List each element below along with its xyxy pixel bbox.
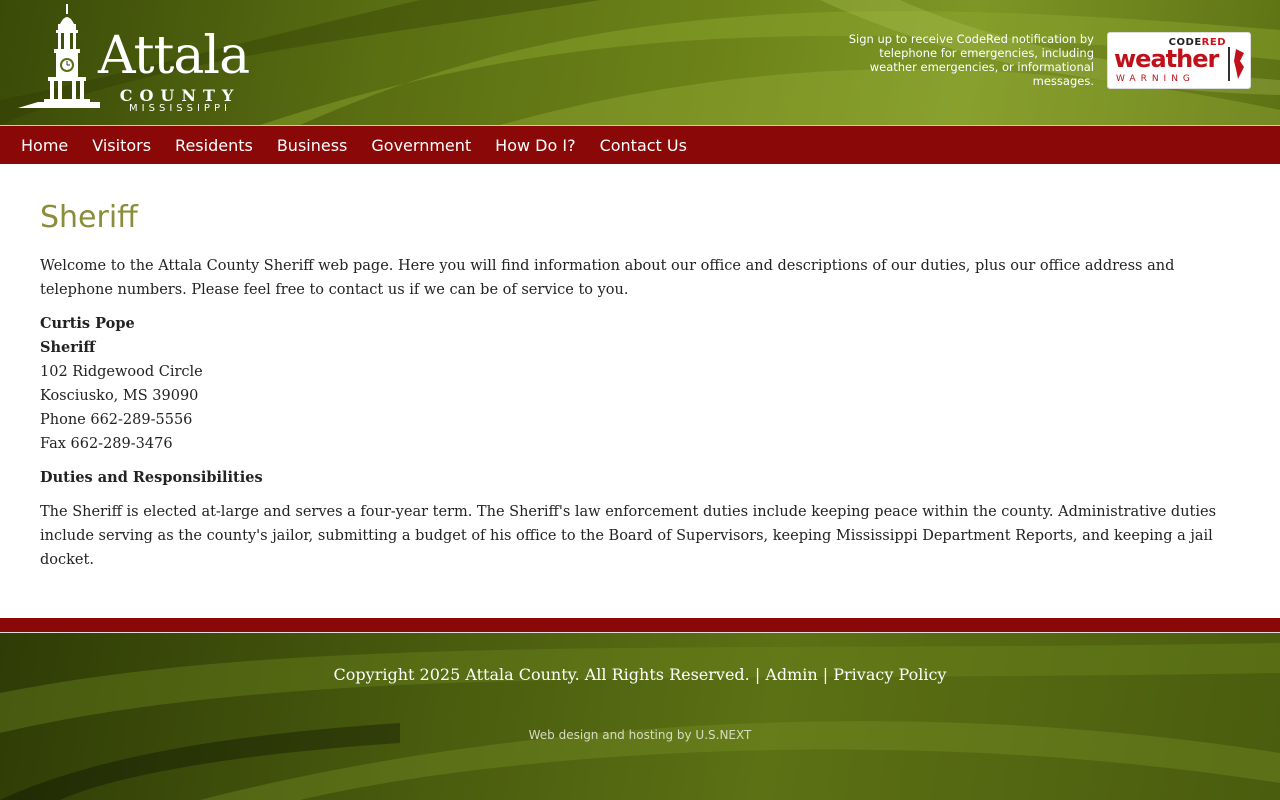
footer-separator: | (749, 665, 766, 684)
nav-item-visitors[interactable]: Visitors (80, 136, 163, 155)
courthouse-icon (18, 4, 100, 108)
nav-item-residents[interactable]: Residents (163, 136, 265, 155)
main-content: Sheriff Welcome to the Attala County She… (40, 196, 1240, 582)
admin-link[interactable]: Admin (765, 665, 817, 684)
phone-number: Phone 662-289-5556 (40, 412, 193, 428)
nav-item-government[interactable]: Government (359, 136, 483, 155)
fax-number: Fax 662-289-3476 (40, 436, 173, 452)
footer-divider-bar (0, 618, 1280, 632)
address-line-2: Kosciusko, MS 39090 (40, 388, 199, 404)
codered-warning-label: WARNING (1116, 74, 1195, 84)
sheriff-name: Curtis Pope (40, 315, 135, 332)
copyright-text: Copyright 2025 Attala County. All Rights… (333, 665, 750, 684)
logo-state: MISSISSIPPI (129, 103, 231, 114)
codered-signup-text[interactable]: Sign up to receive CodeRed notification … (834, 32, 1094, 88)
copyright-line: Copyright 2025 Attala County. All Rights… (0, 665, 1280, 684)
footer-background-swoosh (0, 643, 1280, 800)
nav-item-how-do-i[interactable]: How Do I? (483, 136, 587, 155)
nav-item-business[interactable]: Business (265, 136, 360, 155)
nav-item-home[interactable]: Home (9, 136, 80, 155)
address-line-1: 102 Ridgewood Circle (40, 364, 203, 380)
main-navigation: Home Visitors Residents Business Governm… (0, 125, 1280, 164)
codered-weather-label: weather (1114, 45, 1219, 73)
logo-title: Attala (98, 26, 250, 86)
duties-heading: Duties and Responsibilities (40, 469, 263, 486)
nav-item-contact-us[interactable]: Contact Us (588, 136, 699, 155)
sheriff-role: Sheriff (40, 339, 96, 356)
page-title: Sheriff (40, 200, 138, 235)
site-footer: Copyright 2025 Attala County. All Rights… (0, 633, 1280, 800)
site-header: Attala COUNTY MISSISSIPPI Sign up to rec… (0, 0, 1280, 125)
attala-county-logo[interactable]: Attala COUNTY MISSISSIPPI (18, 4, 258, 116)
footer-separator: | (817, 665, 834, 684)
privacy-policy-link[interactable]: Privacy Policy (833, 665, 946, 684)
duties-paragraph: The Sheriff is elected at-large and serv… (40, 504, 1217, 568)
web-design-credit[interactable]: Web design and hosting by U.S.NEXT (0, 728, 1280, 742)
intro-paragraph: Welcome to the Attala County Sheriff web… (40, 258, 1175, 298)
codered-weather-warning-badge[interactable]: CODERED weather WARNING (1107, 32, 1251, 89)
contact-block: Curtis Pope Sheriff 102 Ridgewood Circle… (40, 312, 1240, 456)
thermometer-icon (1228, 47, 1244, 81)
